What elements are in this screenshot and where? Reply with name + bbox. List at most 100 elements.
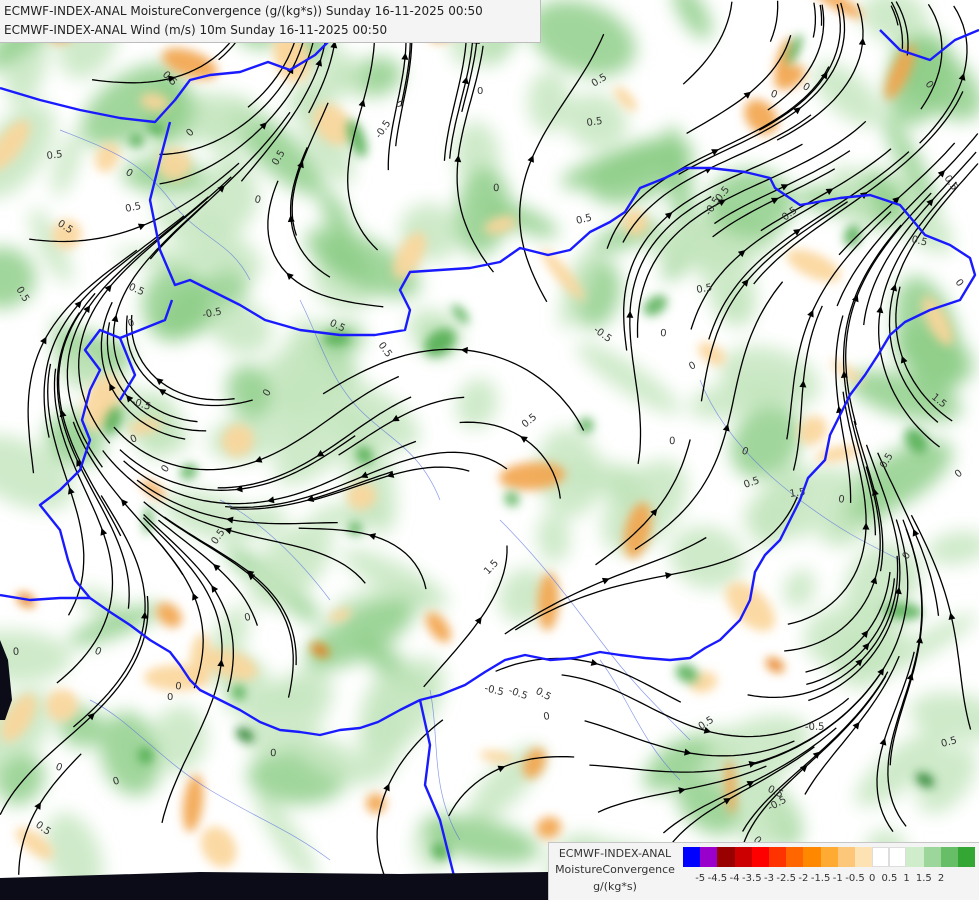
contour-label: 0.5 — [942, 173, 960, 192]
contour-label: 0 — [953, 468, 965, 481]
legend-tick: -3.5 — [742, 873, 762, 884]
streamline — [769, 0, 779, 42]
contour-label: 0.5 — [742, 475, 761, 491]
legend-tick: -2 — [798, 873, 809, 884]
legend-swatch — [940, 847, 958, 867]
field-patch — [0, 630, 72, 684]
contour-label: 0 — [13, 647, 20, 658]
streamline-arrowhead — [474, 616, 482, 625]
field-patch — [927, 531, 979, 565]
legend-swatch — [768, 847, 787, 867]
legend-swatch — [734, 847, 752, 867]
contour-label: 0.5 — [124, 201, 142, 215]
streamline-arrowhead — [287, 214, 295, 223]
streamline-arrowhead — [266, 496, 275, 504]
field-patch — [576, 342, 681, 414]
streamline-arrowhead — [461, 76, 469, 85]
contour-label: 0 — [543, 711, 551, 723]
legend-swatch — [837, 847, 855, 867]
contour-label: 0.5 — [575, 212, 593, 227]
legend-tick: 1 — [903, 873, 910, 884]
map-title-wind: ECMWF-INDEX-ANAL Wind (m/s) 10m Sunday 1… — [4, 23, 388, 37]
legend-swatch — [803, 847, 821, 867]
legend-variable-label: MoistureConvergence — [555, 863, 675, 876]
legend-tick: 2 — [937, 873, 945, 884]
legend-tick: 0.5 — [881, 873, 898, 884]
streamline — [819, 4, 823, 26]
streamline-arrowhead — [890, 283, 897, 292]
streamline-arrowhead — [460, 346, 468, 354]
contour-label: 0 — [392, 99, 405, 110]
contour-label: 0 — [838, 494, 845, 506]
field-patch — [200, 826, 237, 868]
legend-swatch — [872, 847, 890, 867]
contour-label: 0.5 — [127, 282, 146, 299]
weather-map-view: 0 0 0.5 0 0 0.5 0 0 0 0.5 0.5 0 0 0.5 0.5 0.5 0 0.5 0 0.5 0 0… — [0, 0, 979, 900]
contour-label: 0 — [953, 277, 966, 289]
contour-label: -0.5 — [507, 685, 529, 702]
legend-tick: -1.5 — [810, 873, 831, 884]
field-patch — [672, 0, 712, 40]
streamline-arrowhead — [590, 659, 599, 666]
legend-tick: -2.5 — [776, 873, 796, 884]
streamline-arrowhead — [876, 305, 884, 314]
contour-label: 0 — [93, 646, 103, 659]
contour-label: 0 — [687, 360, 698, 373]
contour-label: 0.5 — [46, 149, 63, 162]
streamline-arrowhead — [368, 533, 376, 540]
field-patch — [643, 295, 668, 316]
field-patch — [456, 378, 498, 429]
legend-swatch — [700, 847, 718, 867]
color-legend: ECMWF-INDEX-ANAL MoistureConvergence g/(… — [548, 842, 979, 900]
legend-tick-labels: -5 -4.5 -4 -3.5 -3 -2.5 -2 -1.5 -1 -0.5 0 0.5 1 1.5 2 — [683, 873, 978, 887]
contour-label: 0 — [769, 88, 779, 101]
legend-tick: -4.5 — [707, 873, 728, 884]
contour-label: 0.5 — [534, 686, 553, 703]
contour-label: 0.5 — [520, 412, 539, 431]
legend-tick: -4 — [729, 873, 740, 884]
contour-label: 0 — [175, 681, 182, 693]
legend-color-scale — [683, 847, 976, 867]
legend-swatch — [683, 847, 701, 867]
contour-label: 0 — [253, 194, 262, 206]
map-edge-shadow — [0, 872, 548, 900]
map-title-convergence: ECMWF-INDEX-ANAL MoistureConvergence (g/… — [4, 4, 483, 18]
field-patch — [180, 463, 198, 480]
contour-label: 0 — [669, 436, 676, 447]
contour-label: 0.5 — [586, 116, 603, 129]
contour-label: 0 — [660, 328, 667, 339]
legend-tick: -1 — [832, 873, 843, 884]
contour-label: 1.5 — [482, 558, 501, 577]
field-patch — [786, 249, 841, 282]
field-patch — [504, 491, 520, 507]
legend-swatch — [786, 847, 804, 867]
legend-tick: -0.5 — [845, 873, 865, 884]
legend-tick: 1.5 — [915, 873, 932, 884]
legend-swatch — [751, 847, 769, 867]
contour-label: -0.5 — [591, 325, 613, 345]
legend-swatch — [820, 847, 838, 867]
contour-label: -0.5 — [483, 683, 504, 698]
field-patch — [765, 657, 785, 673]
legend-unit-label: g/(kg*s) — [593, 880, 637, 893]
field-patch — [0, 247, 36, 309]
contour-label: 0 — [159, 463, 172, 475]
legend-tick: -5 — [695, 873, 706, 884]
streamline-arrowhead — [155, 377, 164, 386]
streamline-arrowhead — [626, 310, 634, 318]
legend-swatch — [889, 847, 907, 867]
moisture-convergence-map: 000.5000.50000.50.5000.50.50.500.500.500… — [0, 0, 979, 900]
contour-label: 0 — [127, 317, 136, 329]
contour-label: 0 — [54, 761, 64, 774]
streamline — [812, 2, 817, 38]
field-patch — [843, 224, 862, 247]
legend-swatch — [717, 847, 735, 867]
contour-label: 0 — [167, 692, 173, 703]
legend-tick: 0 — [869, 873, 876, 884]
legend-swatch — [906, 847, 924, 867]
field-patch — [182, 774, 204, 833]
legend-source-label: ECMWF-INDEX-ANAL — [558, 847, 672, 860]
contour-label: 0 — [493, 183, 500, 194]
contour-label: 0 — [243, 612, 251, 624]
contour-label: -0.5 — [805, 722, 825, 733]
